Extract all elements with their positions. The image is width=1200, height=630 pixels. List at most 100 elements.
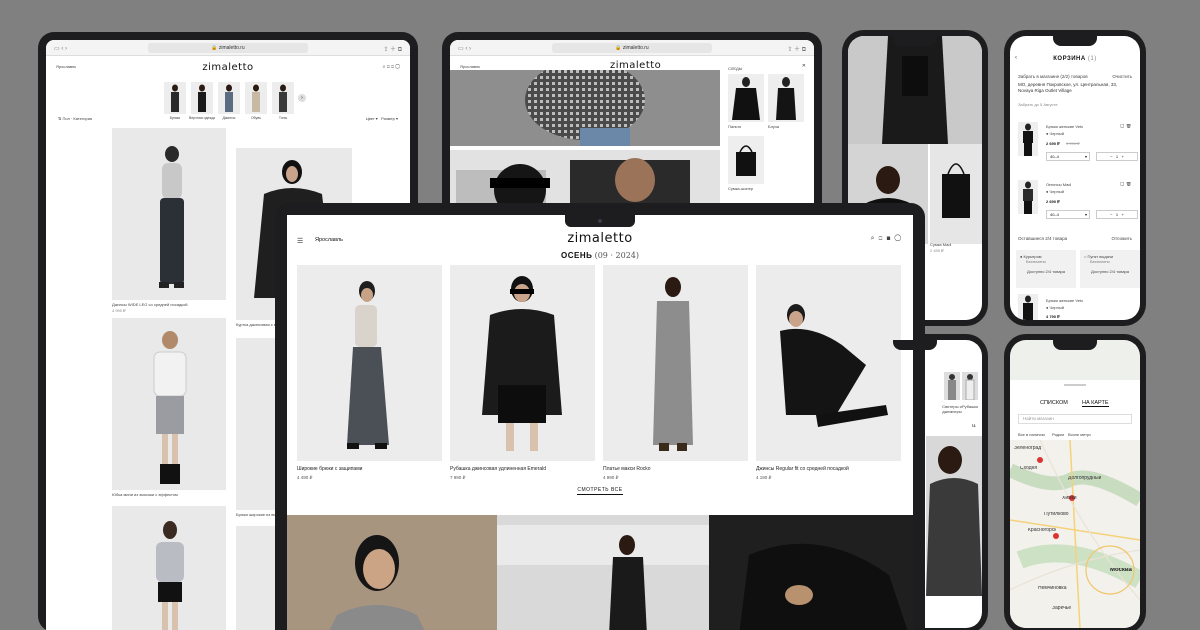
product-name[interactable]: Рубашка джинсовая удлиненная Emerald	[450, 466, 595, 472]
category-thumb[interactable]	[164, 82, 186, 114]
category-thumb[interactable]	[191, 82, 213, 114]
favorite-icon[interactable]: ◻ 🗑	[1120, 182, 1132, 187]
model-photo	[347, 281, 389, 449]
model-photo	[198, 84, 206, 112]
quantity-stepper[interactable]: − 1 +	[1096, 210, 1138, 219]
city-label[interactable]: Ярославль	[460, 64, 480, 69]
cart-item-image[interactable]	[1018, 180, 1038, 214]
category-thumb[interactable]	[944, 372, 960, 400]
share-icon[interactable]: ⇪ ＋ ⧉	[383, 44, 402, 54]
favorite-icon[interactable]: ◻ 🗑	[1120, 124, 1132, 129]
brand-logo[interactable]: zimaletto	[46, 62, 410, 73]
product-card[interactable]: Широкие брюки с защипами 4 490 ₽	[297, 265, 442, 481]
model-photo	[926, 446, 982, 596]
color-value: Черный	[1049, 131, 1064, 136]
product-name[interactable]: Платье макси Rocko	[603, 466, 748, 472]
cart-item-name: Легинсы Madi	[1046, 182, 1072, 187]
user-icon[interactable]: ◯	[894, 235, 905, 242]
pickup-date: Забрать до 5 Августе	[1018, 102, 1058, 107]
filter-chip[interactable]: Все в наличии	[1018, 432, 1045, 437]
product-image[interactable]	[926, 436, 982, 596]
model-photo	[1023, 123, 1033, 156]
map-place: Долгопрудный	[1068, 476, 1102, 481]
side-product-image[interactable]	[768, 74, 804, 122]
cart-item-image[interactable]	[1018, 122, 1038, 156]
tab-list[interactable]: СПИСКОМ	[1040, 400, 1068, 406]
filter-chip[interactable]: Рядом	[1052, 432, 1064, 437]
phone-cart: КОРЗИНА (1) ‹ Забрать в магазине (2/2) т…	[1004, 30, 1146, 326]
sidebar-icon[interactable]: ▭ ‹ ›	[458, 45, 471, 52]
product-name[interactable]: Джинсы WIDE LEG со средней посадкой	[112, 302, 188, 307]
side-product-image[interactable]	[728, 136, 764, 184]
tote-bag-photo	[942, 163, 970, 218]
delivery-sub: Бесплатно	[1026, 259, 1046, 264]
camera-icon	[598, 219, 602, 223]
address-bar[interactable]: 🔒 zimaletto.ru	[551, 43, 713, 53]
color-value: Черный	[1049, 189, 1064, 194]
filter-chip[interactable]: Возле метро	[1068, 432, 1091, 437]
category-label[interactable]: Джинсы	[216, 116, 242, 121]
side-product-name: Сумка-шопер	[728, 186, 754, 191]
header-actions[interactable]: ⌕◻◼◯	[871, 235, 905, 243]
season-name: ОСЕНЬ	[560, 251, 593, 260]
size-select[interactable]: 40–4 ▾	[1046, 210, 1090, 219]
category-label[interactable]: Обувь	[243, 116, 269, 121]
product-card[interactable]: Рубашка джинсовая удлиненная Emerald 7 9…	[450, 265, 595, 481]
product-image[interactable]	[112, 506, 226, 630]
header-icons[interactable]: ⌕ ◻ ◻ ◯	[383, 64, 400, 70]
cart-item-image[interactable]	[1018, 294, 1038, 320]
product-image[interactable]	[112, 128, 226, 300]
pickup-address: МО, деревня Покровское, ул. Центральная,…	[1018, 82, 1118, 93]
filter-category-label: Категория	[73, 116, 93, 121]
category-label[interactable]: Рубашки	[962, 404, 978, 409]
chevron-right-icon[interactable]: ›	[298, 94, 306, 102]
category-label[interactable]: Брюки	[162, 116, 188, 121]
category-label[interactable]: Свитеры и джемперы	[940, 404, 964, 414]
delivery-option-courier[interactable]: ● Курьером Бесплатно Доступно 2/4 товара	[1016, 250, 1076, 288]
size-select[interactable]: 40–4 ▾	[1046, 152, 1090, 161]
qty-value: 1	[1115, 154, 1119, 159]
product-image[interactable]	[756, 265, 901, 461]
sidebar-icon[interactable]: ▭ ‹ ›	[54, 45, 67, 52]
category-thumb[interactable]	[245, 82, 267, 114]
back-icon[interactable]: ‹	[1015, 56, 1017, 61]
product-name[interactable]: Широкие брюки с защипами	[297, 466, 442, 472]
lookbook-strip	[287, 515, 913, 630]
category-label[interactable]: Топы	[270, 116, 296, 121]
postpone-button[interactable]: Отложить	[1111, 236, 1132, 241]
see-all-link[interactable]: СМОТРЕТЬ ВСЕ	[287, 487, 913, 495]
product-image[interactable]	[450, 265, 595, 461]
season-year: (09 · 2024)	[594, 251, 640, 260]
browser-toolbar: ▭ ‹ › 🔒 zimaletto.ru ⇪ ＋ ⧉	[46, 40, 410, 56]
product-image[interactable]	[112, 318, 226, 490]
delivery-option-pickup[interactable]: ○ Пункт выдачи Бесплатно Доступно 2/4 то…	[1080, 250, 1140, 288]
category-thumb[interactable]	[272, 82, 294, 114]
clear-button[interactable]: Очистить	[1112, 74, 1132, 79]
close-icon[interactable]: ✕	[802, 64, 806, 69]
cart-count: (1)	[1087, 56, 1097, 62]
product-card[interactable]: Джинсы Regular fit со средней посадкой 4…	[756, 265, 901, 481]
product-card[interactable]: Платье макси Rocko 4 990 ₽	[603, 265, 748, 481]
product-image[interactable]	[297, 265, 442, 461]
tab-map[interactable]: НА КАРТЕ	[1082, 400, 1109, 407]
model-photo	[948, 374, 956, 400]
sort-icon[interactable]: ⇅	[971, 424, 976, 429]
filter-gender[interactable]: ⇅ Пол · Категория	[58, 116, 92, 121]
address-bar[interactable]: 🔒 zimaletto.ru	[147, 43, 309, 53]
product-name[interactable]: Джинсы Regular fit со средней посадкой	[756, 466, 901, 472]
share-icon[interactable]: ⇪ ＋ ⧉	[787, 44, 806, 54]
quantity-stepper[interactable]: − 1 +	[1096, 152, 1138, 161]
filter-right[interactable]: Цвет ▾ Размер ▾	[366, 116, 398, 121]
product-name[interactable]: Юбка мини из экокожи с эффектом	[112, 492, 178, 497]
map-place: Сходня	[1020, 466, 1038, 471]
product-image[interactable]	[603, 265, 748, 461]
category-thumb[interactable]	[218, 82, 240, 114]
browser-toolbar: ▭ ‹ › 🔒 zimaletto.ru ⇪ ＋ ⧉	[450, 40, 814, 56]
url-text: zimaletto.ru	[622, 45, 649, 51]
brand-logo[interactable]: zimaletto	[287, 231, 913, 246]
category-thumb[interactable]	[962, 372, 978, 400]
side-product-image[interactable]	[728, 74, 764, 122]
store-search-input[interactable]: Найти магазин	[1018, 414, 1132, 424]
model-photo	[1023, 181, 1033, 214]
category-label[interactable]: Верхняя одежда	[189, 116, 215, 121]
